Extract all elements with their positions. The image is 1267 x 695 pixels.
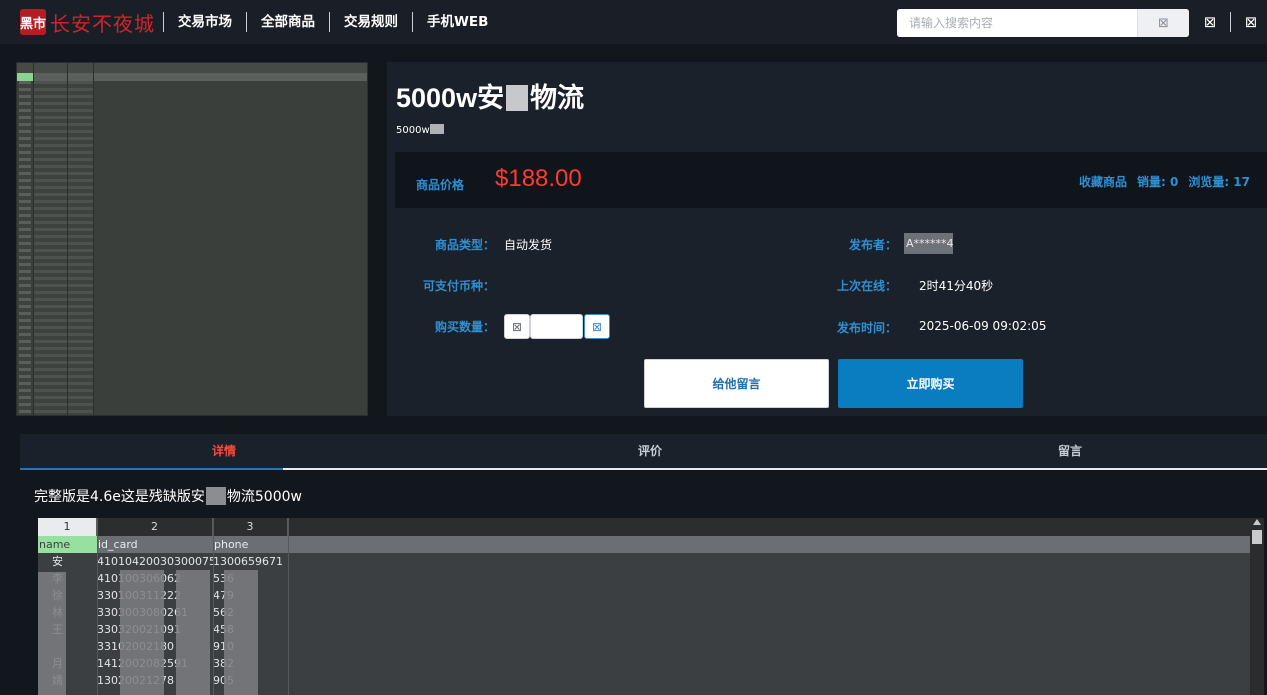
header-divider	[1230, 12, 1231, 32]
redaction-mosaic	[506, 85, 529, 111]
price-meta: 收藏商品 销量: 0 浏览量: 17	[1079, 173, 1250, 190]
redaction-mosaic	[429, 124, 444, 134]
logo-text: 长安不夜城	[50, 11, 155, 36]
publish-time-value: 2025-06-09 09:02:05	[919, 319, 1047, 333]
column-header-bar: 1 2 3	[38, 518, 1264, 536]
product-image[interactable]	[16, 62, 368, 416]
last-online-label: 上次在线：	[836, 279, 897, 293]
table-row: 安 41010420030300075 1300659671	[38, 553, 1250, 570]
product-title: 5000w安 物流	[396, 76, 584, 115]
header-cell-phone[interactable]: phone	[213, 536, 288, 553]
search-button[interactable]: ⊠	[1137, 9, 1189, 37]
tab-details[interactable]: 详情	[20, 434, 428, 468]
currency-label: 可支付币种：	[422, 279, 495, 293]
main-nav: 交易市场 全部商品 交易规则 手机WEB	[163, 12, 502, 32]
header-cell-id-card[interactable]: id_card	[97, 536, 213, 553]
detail-text-prefix: 完整版是4.6e这是残缺版安	[34, 489, 205, 505]
table-row: 33102002180910	[38, 638, 1250, 655]
table-row: 婧13020021278905	[38, 672, 1250, 689]
table-cell[interactable]: 安	[52, 553, 97, 570]
table-cell[interactable]: 1300659671	[213, 553, 288, 570]
price-label: 商品价格	[416, 178, 465, 192]
column-number-3[interactable]: 3	[213, 518, 288, 536]
product-title-prefix: 5000w安	[396, 83, 505, 113]
redaction-mosaic	[205, 487, 226, 505]
logo-badge: 黑市	[20, 9, 46, 35]
header-cell-name[interactable]: name	[38, 536, 97, 553]
nav-item-mobile-web[interactable]: 手机WEB	[412, 12, 502, 32]
nav-item-rules[interactable]: 交易规则	[329, 12, 412, 32]
scroll-up-arrow-icon[interactable]	[1253, 519, 1261, 525]
tab-reviews[interactable]: 评价	[440, 434, 860, 468]
leave-message-button[interactable]: 给他留言	[644, 359, 829, 408]
sheet-header-row: name id_card phone	[38, 536, 1250, 553]
site-logo[interactable]: 黑市 长安不夜城	[20, 0, 155, 44]
plus-icon: ⊠	[591, 319, 603, 334]
price-value: $188.00	[495, 165, 582, 192]
price-bar: 商品价格 $188.00 收藏商品 销量: 0 浏览量: 17	[395, 152, 1267, 208]
table-row: 王330320021091458	[38, 621, 1250, 638]
publisher-label: 发布者：	[848, 238, 897, 252]
publisher-value[interactable]: A******4	[904, 233, 954, 254]
last-online-value: 2时41分40秒	[919, 279, 994, 293]
vertical-scrollbar[interactable]	[1250, 518, 1264, 695]
menu-icon[interactable]: ⊠	[1243, 13, 1259, 31]
sales-count: 销量: 0	[1136, 175, 1179, 189]
active-tab-indicator	[20, 468, 283, 470]
view-count: 浏览量: 17	[1188, 175, 1250, 189]
detail-description: 完整版是4.6e这是残缺版安 物流5000w	[34, 486, 302, 506]
nav-item-all-products[interactable]: 全部商品	[246, 12, 329, 32]
type-value: 自动发货	[504, 238, 553, 252]
redaction-mosaic	[120, 570, 164, 695]
detail-tabs: 详情 评价 留言	[20, 434, 1267, 470]
search-input[interactable]	[897, 9, 1137, 37]
table-row: 徐330100311222479	[38, 587, 1250, 604]
spreadsheet-preview: 1 2 3 name id_card phone 安 41010420030300…	[38, 518, 1264, 695]
redaction-mosaic	[38, 572, 66, 695]
quantity-input[interactable]	[530, 314, 583, 339]
publish-time-label: 发布时间：	[836, 321, 897, 335]
buy-now-button[interactable]: 立即购买	[838, 359, 1023, 408]
search-icon: ⊠	[1158, 15, 1169, 31]
product-subtitle-text: 5000w	[396, 125, 430, 136]
table-row: 李410100306062536	[38, 570, 1250, 587]
product-subtitle: 5000w	[396, 124, 444, 136]
user-icon[interactable]: ⊠	[1202, 13, 1218, 31]
table-row: 月1412002082591382	[38, 655, 1250, 672]
table-cell[interactable]: 41010420030300075	[97, 553, 213, 570]
product-info-panel: 5000w安 物流 5000w 商品价格 $188.00 收藏商品 销量: 0 浏…	[387, 62, 1267, 416]
search-box: ⊠	[897, 9, 1189, 37]
detail-text-suffix: 物流5000w	[226, 489, 302, 505]
quantity-label: 购买数量：	[434, 320, 495, 334]
tab-comments[interactable]: 留言	[860, 434, 1267, 468]
favorite-link[interactable]: 收藏商品	[1079, 173, 1127, 190]
column-number-2[interactable]: 2	[97, 518, 213, 536]
qty-minus-button[interactable]: ⊠	[504, 314, 530, 339]
redaction-mosaic	[176, 570, 210, 695]
nav-item-market[interactable]: 交易市场	[163, 12, 246, 32]
column-number-1[interactable]: 1	[38, 518, 97, 536]
product-title-suffix: 物流	[530, 83, 585, 113]
table-row: 林3303003080261562	[38, 604, 1250, 621]
qty-plus-button[interactable]: ⊠	[584, 314, 610, 339]
type-label: 商品类型：	[434, 238, 495, 252]
minus-icon: ⊠	[511, 319, 523, 334]
scroll-thumb[interactable]	[1252, 530, 1262, 544]
redaction-mosaic	[224, 570, 258, 695]
